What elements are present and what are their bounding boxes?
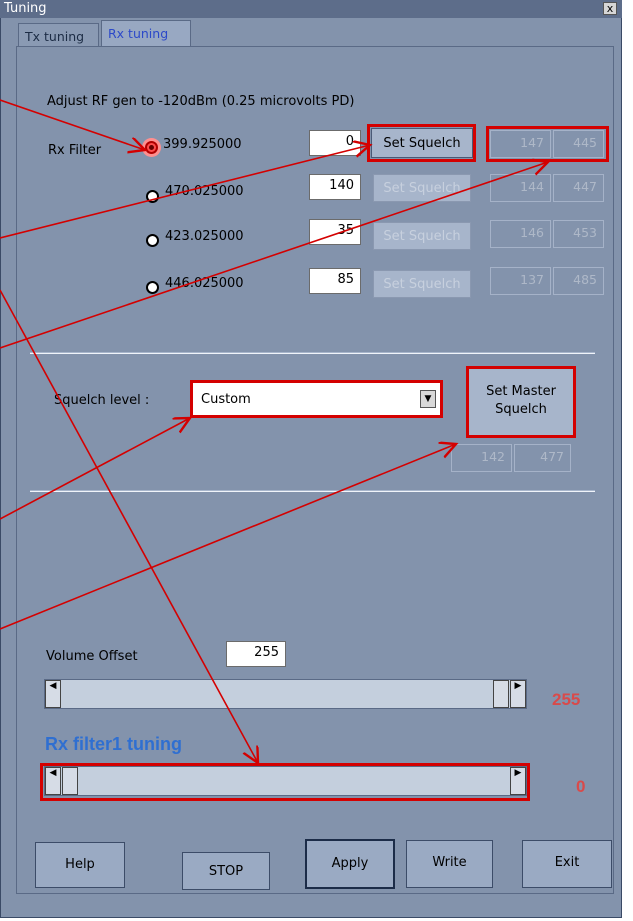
arrow-to-set-squelch: [0, 145, 370, 239]
arrow-to-readouts: [0, 162, 548, 349]
arrow-to-master-squelch: [0, 444, 456, 630]
arrow-to-squelch-select: [0, 418, 190, 520]
arrow-to-rx-slider: [0, 289, 258, 763]
annotation-arrows: [0, 99, 633, 921]
arrow-to-radio: [0, 99, 145, 150]
